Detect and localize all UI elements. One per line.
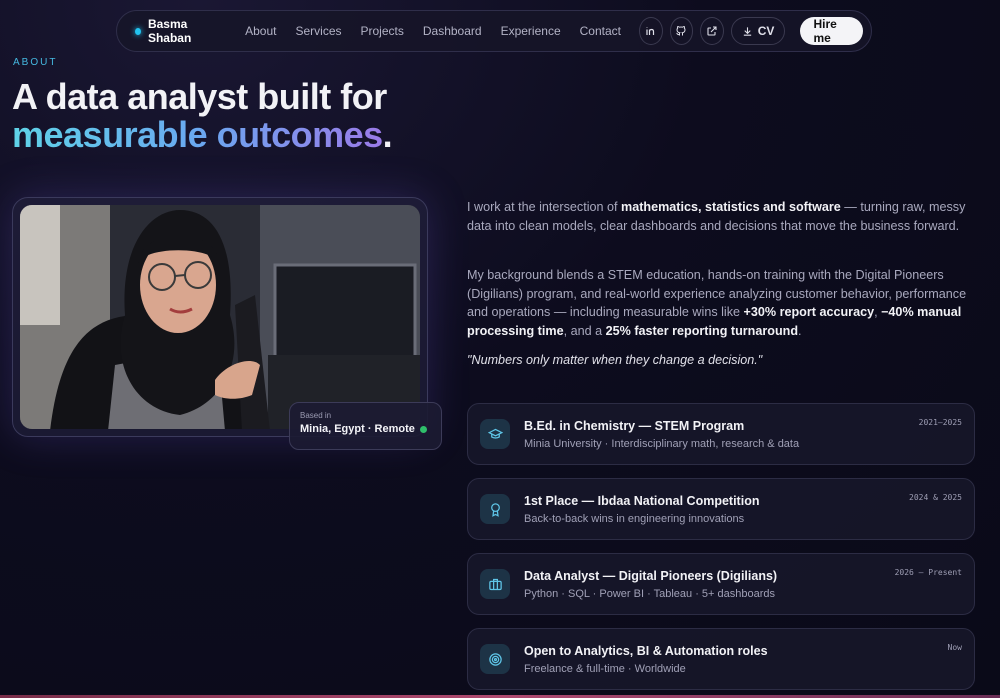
cv-label: CV bbox=[757, 24, 775, 38]
timeline-card: Data Analyst — Digital Pioneers (Digilia… bbox=[467, 553, 975, 615]
p2-metric-reporting: 25% faster reporting turnaround bbox=[605, 323, 799, 338]
nav-link-experience[interactable]: Experience bbox=[501, 24, 561, 38]
p2-text-e: , and a bbox=[563, 323, 606, 338]
graduation-cap-icon bbox=[480, 419, 510, 449]
card-subtitle: Minia University · Interdisciplinary mat… bbox=[524, 437, 800, 450]
brand-name: Basma Shaban bbox=[147, 17, 192, 45]
timeline-card: B.Ed. in Chemistry — STEM Program Minia … bbox=[467, 403, 975, 465]
title-period: . bbox=[382, 114, 393, 155]
card-title: 1st Place — Ibdaa National Competition bbox=[524, 493, 760, 508]
nav-links: About Services Projects Dashboard Experi… bbox=[245, 24, 621, 38]
p1-text-a: I work at the intersection of bbox=[467, 200, 621, 214]
nav-link-contact[interactable]: Contact bbox=[580, 24, 621, 38]
briefcase-icon bbox=[480, 569, 510, 599]
linkedin-icon[interactable] bbox=[638, 17, 663, 45]
p1-emphasis: mathematics, statistics and software bbox=[621, 200, 841, 214]
location-value: Minia, Egypt · Remote bbox=[300, 423, 415, 435]
nav-link-dashboard[interactable]: Dashboard bbox=[423, 24, 482, 38]
title-line-2: measurable outcomes. bbox=[12, 114, 393, 155]
timeline-card: 1st Place — Ibdaa National Competition B… bbox=[467, 478, 975, 540]
github-icon[interactable] bbox=[669, 17, 694, 45]
download-cv-button[interactable]: CV bbox=[730, 17, 786, 45]
award-icon bbox=[480, 494, 510, 524]
profile-photo-card bbox=[12, 197, 428, 437]
external-link-icon[interactable] bbox=[700, 17, 724, 45]
location-badge: Based in Minia, Egypt · Remote bbox=[289, 402, 442, 450]
title-highlight: measurable outcomes bbox=[12, 114, 383, 155]
top-nav: Basma Shaban About Services Projects Das… bbox=[116, 10, 872, 52]
card-body: B.Ed. in Chemistry — STEM Program Minia … bbox=[524, 419, 962, 450]
profile-photo bbox=[20, 205, 420, 429]
brand[interactable]: Basma Shaban bbox=[135, 17, 221, 45]
nav-link-services[interactable]: Services bbox=[295, 24, 341, 38]
card-body: Open to Analytics, BI & Automation roles… bbox=[524, 644, 962, 675]
location-value-row: Minia, Egypt · Remote bbox=[300, 423, 431, 435]
card-date: Now bbox=[947, 643, 962, 652]
about-paragraph-1: I work at the intersection of mathematic… bbox=[467, 198, 979, 235]
card-title: Open to Analytics, BI & Automation roles bbox=[524, 643, 768, 658]
brand-dot-icon bbox=[135, 27, 141, 35]
card-title: B.Ed. in Chemistry — STEM Program bbox=[524, 418, 745, 433]
nav-link-about[interactable]: About bbox=[245, 24, 276, 38]
p2-text-g: . bbox=[798, 323, 802, 338]
nav-link-projects[interactable]: Projects bbox=[361, 24, 404, 38]
card-body: 1st Place — Ibdaa National Competition B… bbox=[524, 494, 962, 525]
about-paragraph-2: My background blends a STEM education, h… bbox=[467, 266, 979, 340]
p2-metric-accuracy: +30% report accuracy bbox=[743, 305, 875, 319]
card-date: 2024 & 2025 bbox=[909, 493, 962, 502]
title-line-1: A data analyst built for bbox=[12, 76, 387, 117]
card-subtitle: Freelance & full-time · Worldwide bbox=[524, 662, 686, 675]
nav-actions: CV Hire me bbox=[638, 17, 863, 45]
section-eyebrow: ABOUT bbox=[13, 57, 58, 68]
quote: "Numbers only matter when they change a … bbox=[467, 353, 763, 367]
hire-me-button[interactable]: Hire me bbox=[800, 17, 863, 45]
location-label: Based in bbox=[300, 411, 332, 420]
card-date: 2021–2025 bbox=[918, 418, 962, 427]
card-subtitle: Python · SQL · Power BI · Tableau · 5+ d… bbox=[524, 587, 775, 600]
globe-icon bbox=[419, 425, 427, 433]
timeline-card: Open to Analytics, BI & Automation roles… bbox=[467, 628, 975, 690]
card-date: 2026 – Present bbox=[894, 568, 962, 577]
download-icon bbox=[743, 26, 751, 36]
card-subtitle: Back-to-back wins in engineering innovat… bbox=[524, 512, 745, 525]
target-icon bbox=[480, 644, 510, 674]
page-title: A data analyst built for measurable outc… bbox=[12, 76, 393, 155]
